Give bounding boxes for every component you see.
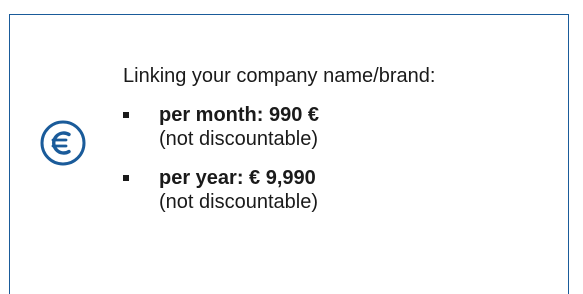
euro-icon <box>40 120 86 166</box>
pricing-heading: Linking your company name/brand: <box>123 65 436 87</box>
price-monthly-note: (not discountable) <box>159 128 318 150</box>
pricing-card: Linking your company name/brand: per mon… <box>9 14 569 294</box>
price-list: per month: 990 € (not discountable) per … <box>123 103 319 229</box>
price-item-monthly: per month: 990 € (not discountable) <box>123 103 319 152</box>
bullet-icon <box>123 112 129 118</box>
price-monthly: per month: 990 € <box>159 104 320 126</box>
price-yearly-note: (not discountable) <box>159 191 318 213</box>
price-item-yearly: per year: € 9,990 (not discountable) <box>123 166 319 215</box>
bullet-icon <box>123 175 129 181</box>
price-yearly: per year: € 9,990 <box>159 167 316 189</box>
